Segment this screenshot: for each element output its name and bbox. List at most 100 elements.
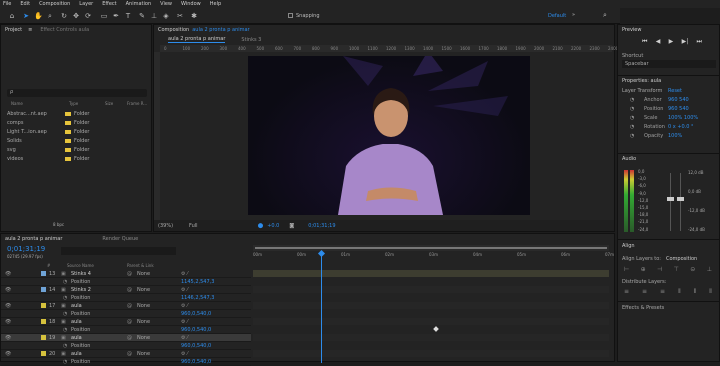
layer-name[interactable]: Stinks 2 [71,287,91,293]
pickwhip-icon[interactable]: @ [127,303,132,309]
list-item[interactable]: comps Folder [7,119,89,127]
eraser-tool-icon[interactable]: ◈ [162,12,170,20]
last-frame-icon[interactable]: ⏭ [697,38,702,46]
playhead-line[interactable] [321,251,322,363]
col-parent[interactable]: Parent & Link [127,263,154,268]
comp-timecode[interactable]: 0;01;31;19 [308,223,335,229]
property-row[interactable]: ◔ Position 1146,2,547,3 [1,294,251,302]
label-color[interactable] [41,303,46,308]
menu-help[interactable]: Help [210,1,221,7]
layer-name[interactable]: Stinks 4 [71,271,91,277]
type-tool-icon[interactable]: T [124,12,132,20]
puppet-tool-icon[interactable]: ✱ [190,12,198,20]
tab-project[interactable]: Project [5,27,22,33]
work-area-range[interactable] [255,247,607,249]
property-value[interactable]: 100% [668,133,682,139]
switches-icon[interactable]: ⚙ ⁄ [181,271,188,277]
list-item[interactable]: svg Folder [7,146,89,154]
list-item[interactable]: videos Folder [7,155,89,163]
prev-frame-icon[interactable]: ◀ [656,38,661,46]
stopwatch-icon[interactable]: ◔ [63,311,67,317]
pen-tool-icon[interactable]: ✒ [112,12,120,20]
parent-dropdown[interactable]: None [137,351,150,357]
property-row[interactable]: ◔ Position 1145,2,547,3 [1,278,251,286]
dist-left-icon[interactable]: ⦀ [678,288,681,295]
table-row[interactable]: 👁 17 ▣ aula @ None ⚙ ⁄ [1,302,251,310]
property-value[interactable]: 1145,2,547,3 [181,279,214,285]
pickwhip-icon[interactable]: @ [127,335,132,341]
parent-dropdown[interactable]: None [137,303,150,309]
tab-timeline[interactable]: aula 2 pronta p animar [5,236,62,242]
property-row[interactable]: ◔ Position 960,0,540,0 [1,358,251,366]
menu-window[interactable]: Window [181,1,201,7]
align-left-icon[interactable]: ⊢ [624,266,629,273]
audio-slider-thumb[interactable] [677,197,684,201]
parent-dropdown[interactable]: None [137,287,150,293]
bit-depth[interactable]: 8 bpc [53,222,64,227]
rotate-tool-icon[interactable]: ↻ [60,12,68,20]
hand-tool-icon[interactable]: ✋ [34,12,43,20]
pickwhip-icon[interactable]: @ [127,271,132,277]
menu-view[interactable]: View [160,1,172,7]
dist-right-icon[interactable]: ⦀ [709,288,712,295]
stopwatch-icon[interactable]: ◔ [630,124,634,130]
zoom-dropdown[interactable]: (39%) [158,223,173,229]
switches-icon[interactable]: ⚙ ⁄ [181,303,188,309]
stopwatch-icon[interactable]: ◔ [630,106,634,112]
menu-file[interactable]: File [3,1,11,7]
pickwhip-icon[interactable]: @ [127,287,132,293]
menu-animation[interactable]: Animation [126,1,152,7]
property-value[interactable]: 960,0,540,0 [181,311,211,317]
timeline-timecode[interactable]: 0;01;31;19 [7,245,45,253]
layer-name[interactable]: aula [71,303,82,309]
table-row[interactable]: 👁 20 ▣ aula @ None ⚙ ⁄ [1,350,251,358]
zoom-tool-icon[interactable]: ⌕ [46,12,54,20]
switches-icon[interactable]: ⚙ ⁄ [181,351,188,357]
switches-icon[interactable]: ⚙ ⁄ [181,319,188,325]
col-size[interactable]: Size [105,101,113,106]
camera-tool-icon[interactable]: ✥ [72,12,80,20]
label-color[interactable] [41,287,46,292]
list-item[interactable]: Light T...ion.aep Folder [7,128,89,136]
exposure-value[interactable]: +0.0 [267,223,279,229]
dist-vcenter-icon[interactable]: ≡ [642,288,647,295]
label-color[interactable] [41,271,46,276]
align-top-icon[interactable]: ⊤ [674,266,679,273]
keyframe-marker[interactable] [433,326,439,332]
property-value[interactable]: 0 x +0.0 ° [668,124,694,130]
parent-dropdown[interactable]: None [137,319,150,325]
dist-top-icon[interactable]: ≡ [624,288,629,295]
video-frame[interactable] [248,51,530,215]
tab-composition[interactable]: Composition [158,27,189,33]
pickwhip-icon[interactable]: @ [127,319,132,325]
selection-tool-icon[interactable]: ➤ [22,12,30,20]
stopwatch-icon[interactable]: ◔ [630,97,634,103]
eye-icon[interactable]: 👁 [5,303,11,309]
channel-icon[interactable]: ⬤ [258,223,264,229]
table-row[interactable]: 👁 19 ▣ aula @ None ⚙ ⁄ [1,334,251,342]
align-hcenter-icon[interactable]: ⊕ [641,266,646,273]
shortcut-dropdown[interactable]: Spacebar [622,60,716,68]
align-right-icon[interactable]: ⊣ [657,266,662,273]
dist-bottom-icon[interactable]: ≡ [660,288,665,295]
stopwatch-icon[interactable]: ◔ [63,279,67,285]
pickwhip-icon[interactable]: @ [127,351,132,357]
property-row[interactable]: ◔ Position 960,0,540,0 [1,310,251,318]
home-icon[interactable]: ⌂ [8,12,16,20]
tab-render-queue[interactable]: Render Queue [102,236,138,242]
layer-name[interactable]: aula [71,351,82,357]
align-vcenter-icon[interactable]: ⊝ [690,266,695,273]
anchor-tool-icon[interactable]: ⟳ [84,12,92,20]
menu-effect[interactable]: Effect [102,1,116,7]
eye-icon[interactable]: 👁 [5,351,11,357]
menu-layer[interactable]: Layer [79,1,93,7]
timeline-search-input[interactable] [61,247,176,255]
col-source-name[interactable]: Source Name [67,263,94,268]
col-type[interactable]: Type [69,101,78,106]
clone-tool-icon[interactable]: ⊥ [150,12,158,20]
label-color[interactable] [41,319,46,324]
menu-composition[interactable]: Composition [39,1,70,7]
workspace-default[interactable]: Default [548,13,566,19]
table-row[interactable]: 👁 13 ▣ Stinks 4 @ None ⚙ ⁄ [1,270,251,278]
parent-dropdown[interactable]: None [137,335,150,341]
